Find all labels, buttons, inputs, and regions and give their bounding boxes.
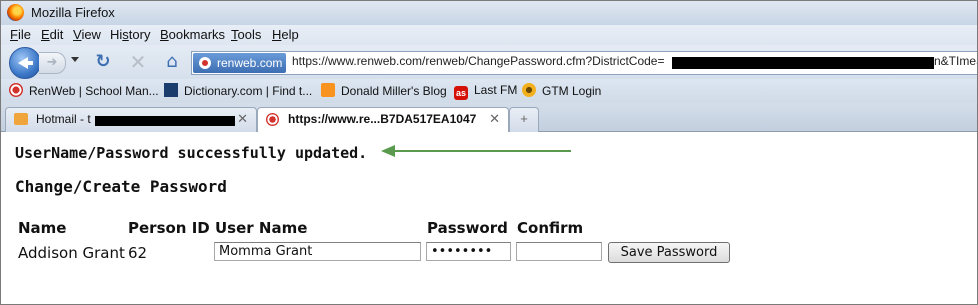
person-id: 62 — [128, 244, 148, 262]
tab-strip: Hotmail - t ✕ https://www.re...B7DA517EA… — [1, 103, 977, 133]
back-button[interactable] — [9, 47, 41, 79]
url-text: https://www.renweb.com/renweb/ChangePass… — [292, 54, 665, 68]
person-name: Addison Grant — [18, 244, 125, 262]
tab-hotmail[interactable]: Hotmail - t ✕ — [5, 107, 257, 132]
menu-edit[interactable]: Edit — [41, 27, 63, 42]
history-dropdown-icon[interactable] — [71, 57, 79, 62]
save-password-button[interactable]: Save Password — [608, 242, 730, 263]
menu-history[interactable]: History — [110, 27, 150, 42]
annotation-arrow — [381, 145, 571, 157]
rss-icon — [321, 83, 335, 97]
title-bar: Mozilla Firefox — [1, 1, 977, 25]
redaction-bar — [95, 116, 235, 126]
bookmark-renweb[interactable]: RenWeb | School Man... — [9, 83, 159, 98]
confirm-password-input[interactable] — [516, 242, 602, 261]
window-title: Mozilla Firefox — [31, 5, 115, 20]
menu-help[interactable]: Help — [272, 27, 299, 42]
column-header-password: Password — [427, 219, 508, 237]
stop-icon[interactable]: ✕ — [127, 51, 149, 73]
bookmark-gtm-login[interactable]: GTM Login — [522, 83, 601, 98]
column-header-name: Name — [18, 219, 67, 237]
page-content: UserName/Password successfully updated. … — [1, 132, 977, 304]
firefox-logo-icon — [7, 4, 24, 21]
menu-bookmarks[interactable]: Bookmarks — [160, 27, 225, 42]
menu-file[interactable]: File — [10, 27, 31, 42]
close-tab-icon[interactable]: ✕ — [237, 111, 248, 127]
url-text-tail: n&TImeSt — [934, 54, 977, 68]
bookmark-dictionary[interactable]: Dictionary.com | Find t... — [164, 83, 312, 98]
renweb-icon — [9, 83, 23, 97]
dictionary-icon — [164, 83, 178, 97]
tab-renweb[interactable]: https://www.re...B7DA517EA1047 ✕ — [257, 107, 509, 133]
navigation-toolbar: ➜ ↻ ✕ ⌂ renweb.com https://www.renweb.co… — [1, 45, 977, 79]
home-icon[interactable]: ⌂ — [161, 51, 183, 73]
page-title: Change/Create Password — [15, 177, 227, 196]
gtm-icon — [522, 83, 536, 97]
menu-tools[interactable]: Tools — [231, 27, 261, 42]
lastfm-icon: as — [454, 86, 468, 100]
renweb-icon — [266, 113, 279, 126]
bookmark-last-fm[interactable]: as Last FM — [454, 83, 517, 100]
browser-window: Mozilla Firefox File Edit View History B… — [0, 0, 978, 305]
column-header-person-id: Person ID — [128, 219, 210, 237]
column-header-user-name: User Name — [215, 219, 308, 237]
menu-bar: File Edit View History Bookmarks Tools H… — [1, 25, 977, 45]
menu-view[interactable]: View — [73, 27, 101, 42]
redaction-bar — [672, 57, 934, 69]
reload-icon[interactable]: ↻ — [92, 51, 114, 73]
mail-icon — [14, 113, 28, 125]
column-header-confirm: Confirm — [517, 219, 584, 237]
bookmarks-toolbar: RenWeb | School Man... Dictionary.com | … — [1, 79, 977, 103]
close-tab-icon[interactable]: ✕ — [489, 111, 500, 127]
user-name-input[interactable] — [214, 242, 421, 261]
forward-button[interactable]: ➜ — [39, 52, 66, 74]
bookmark-donald-miller-blog[interactable]: Donald Miller's Blog — [321, 83, 447, 98]
new-tab-button[interactable]: + — [509, 107, 539, 132]
address-bar[interactable]: renweb.com https://www.renweb.com/renweb… — [191, 51, 977, 75]
password-input[interactable] — [426, 242, 511, 261]
site-identity-badge[interactable]: renweb.com — [193, 53, 287, 73]
success-message: UserName/Password successfully updated. — [15, 144, 368, 162]
